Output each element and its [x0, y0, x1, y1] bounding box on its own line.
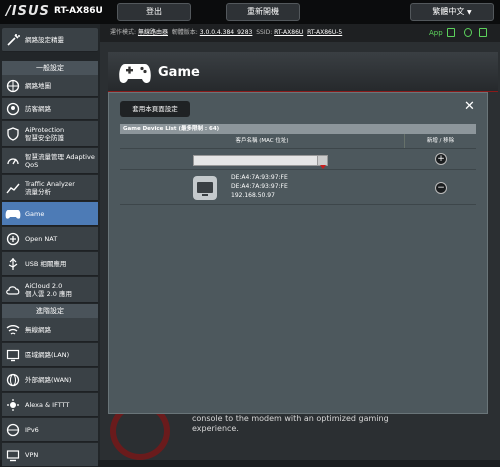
sidebar-item-wan[interactable]: 外部網路(WAN): [2, 368, 98, 392]
sidebar-item-network-map[interactable]: 網路地圖: [2, 75, 98, 97]
alexa-icon: [5, 397, 21, 413]
wan-globe-icon: [5, 372, 21, 388]
guest-globe-icon: [5, 101, 21, 117]
mode-label: 運作模式:: [110, 29, 137, 36]
device-name: DE:A4:7A:93:97:FE: [231, 174, 288, 181]
sidebar-item-label: 區域網路(LAN): [25, 350, 70, 359]
mac-address-input[interactable]: [193, 155, 328, 169]
sidebar-item-usb[interactable]: USB 相關應用: [2, 252, 98, 276]
ipv6-globe-icon: [5, 422, 21, 438]
asus-logo: /ISUS: [6, 4, 50, 19]
close-icon[interactable]: ✕: [464, 99, 475, 114]
sidebar-item-label: 外部網路(WAN): [25, 375, 72, 384]
sidebar-item-label: 智慧流量管理 Adaptive QoS: [25, 152, 95, 169]
chart-icon: [5, 180, 21, 196]
sidebar: 網路設定精靈 一般設定 網路地圖 訪客網路 AiProtection 智慧安全防…: [0, 24, 100, 467]
app-link[interactable]: App: [429, 24, 443, 42]
dropdown-arrow-icon[interactable]: [317, 156, 327, 169]
status-info-bar: 運作模式: 無線路由器 韌體版本: 3.0.0.4.384_9283 SSID:…: [100, 24, 500, 42]
gamepad-icon: [5, 206, 21, 222]
quick-setup-button[interactable]: 網路設定精靈: [2, 28, 98, 52]
language-select[interactable]: 繁體中文 ▼: [410, 3, 494, 21]
qos-gauge-icon: [5, 153, 21, 169]
wifi-icon: [5, 322, 21, 338]
globe-icon: [5, 78, 21, 94]
phone-status-icon[interactable]: [447, 28, 455, 37]
sidebar-item-label: Alexa & IFTTT: [25, 400, 70, 409]
sidebar-item-vpn[interactable]: VPN: [2, 443, 98, 467]
advanced-section-header: 進階設定: [2, 304, 98, 318]
sidebar-item-wireless[interactable]: 無線網路: [2, 318, 98, 342]
general-section-header: 一般設定: [2, 61, 98, 75]
sidebar-item-traffic-analyzer[interactable]: Traffic Analyzer 流量分析: [2, 175, 98, 201]
firmware-label: 韌體版本:: [171, 29, 198, 36]
quick-setup-label: 網路設定精靈: [25, 35, 64, 44]
sidebar-item-label: Traffic Analyzer 流量分析: [25, 179, 75, 196]
usb-icon: [5, 256, 21, 272]
sidebar-item-label: AiCloud 2.0 個人雲 2.0 應用: [25, 281, 72, 298]
sidebar-item-label: Game: [25, 209, 45, 218]
sidebar-item-adaptive-qos[interactable]: 智慧流量管理 Adaptive QoS: [2, 148, 98, 174]
device-list-header: Game Device List (最多限制 : 64): [120, 124, 476, 134]
page-title: Game: [158, 65, 200, 80]
logout-button[interactable]: 登出: [117, 3, 191, 21]
sidebar-item-label: 訪客網路: [25, 104, 51, 113]
device-ip: 192.168.50.97: [231, 192, 275, 199]
device-monitor-icon: [193, 176, 217, 200]
lan-status-icon[interactable]: [464, 28, 472, 37]
sidebar-item-label: 無線網路: [25, 325, 51, 334]
reboot-button[interactable]: 重新開機: [226, 3, 300, 21]
sidebar-item-aicloud[interactable]: AiCloud 2.0 個人雲 2.0 應用: [2, 277, 98, 303]
table-row: DE:A4:7A:93:97:FE DE:A4:7A:93:97:FE 192.…: [120, 172, 476, 205]
sidebar-item-alexa-ifttt[interactable]: Alexa & IFTTT: [2, 393, 98, 417]
open-nat-icon: [5, 231, 21, 247]
column-client-name: 客戶名稱 (MAC 位址): [120, 134, 405, 148]
firmware-value-link[interactable]: 3.0.0.4.384_9283: [200, 29, 253, 36]
remove-device-button[interactable]: −: [435, 182, 447, 194]
device-mac: DE:A4:7A:93:97:FE: [231, 183, 288, 190]
top-bar: /ISUS RT-AX86U 登出 重新開機 繁體中文 ▼: [0, 0, 500, 24]
vpn-icon: [5, 447, 21, 463]
router-model: RT-AX86U: [54, 6, 103, 16]
sidebar-item-lan[interactable]: 區域網路(LAN): [2, 343, 98, 367]
sidebar-item-guest-network[interactable]: 訪客網路: [2, 98, 98, 120]
usb-status-icon[interactable]: [479, 28, 487, 37]
column-add-remove: 新增 / 移除: [405, 134, 476, 148]
ssid-24-link[interactable]: RT-AX86U: [274, 29, 303, 36]
sidebar-item-aiprotection[interactable]: AiProtection 智慧安全防護: [2, 121, 98, 147]
sidebar-item-label: Open NAT: [25, 234, 58, 243]
mode-value-link[interactable]: 無線路由器: [138, 29, 168, 36]
lan-icon: [5, 347, 21, 363]
sidebar-item-ipv6[interactable]: IPv6: [2, 418, 98, 442]
add-device-button[interactable]: +: [435, 153, 447, 165]
sidebar-item-label: AiProtection 智慧安全防護: [25, 125, 65, 142]
chevron-down-icon: ▼: [466, 9, 472, 16]
background-description: console to the modem with an optimized g…: [192, 414, 389, 433]
language-label: 繁體中文: [432, 7, 465, 16]
game-banner: Game: [108, 52, 498, 92]
sidebar-item-label: 網路地圖: [25, 81, 51, 90]
shield-icon: [5, 126, 21, 142]
cloud-icon: [5, 282, 21, 298]
sidebar-item-game[interactable]: Game: [2, 202, 98, 226]
game-device-dialog: 套用本頁面設定 ✕ Game Device List (最多限制 : 64) 客…: [108, 92, 488, 414]
game-controller-icon: [118, 58, 152, 90]
ssid-label: SSID:: [256, 29, 273, 36]
wizard-icon: [5, 32, 21, 48]
sidebar-item-label: VPN: [25, 450, 39, 459]
ssid-5-link[interactable]: RT-AX86U-5: [307, 29, 342, 36]
add-device-row: +: [120, 148, 476, 170]
sidebar-item-open-nat[interactable]: Open NAT: [2, 227, 98, 251]
sidebar-item-label: IPv6: [25, 425, 39, 434]
apply-settings-button[interactable]: 套用本頁面設定: [120, 101, 190, 117]
sidebar-item-label: USB 相關應用: [25, 259, 67, 268]
